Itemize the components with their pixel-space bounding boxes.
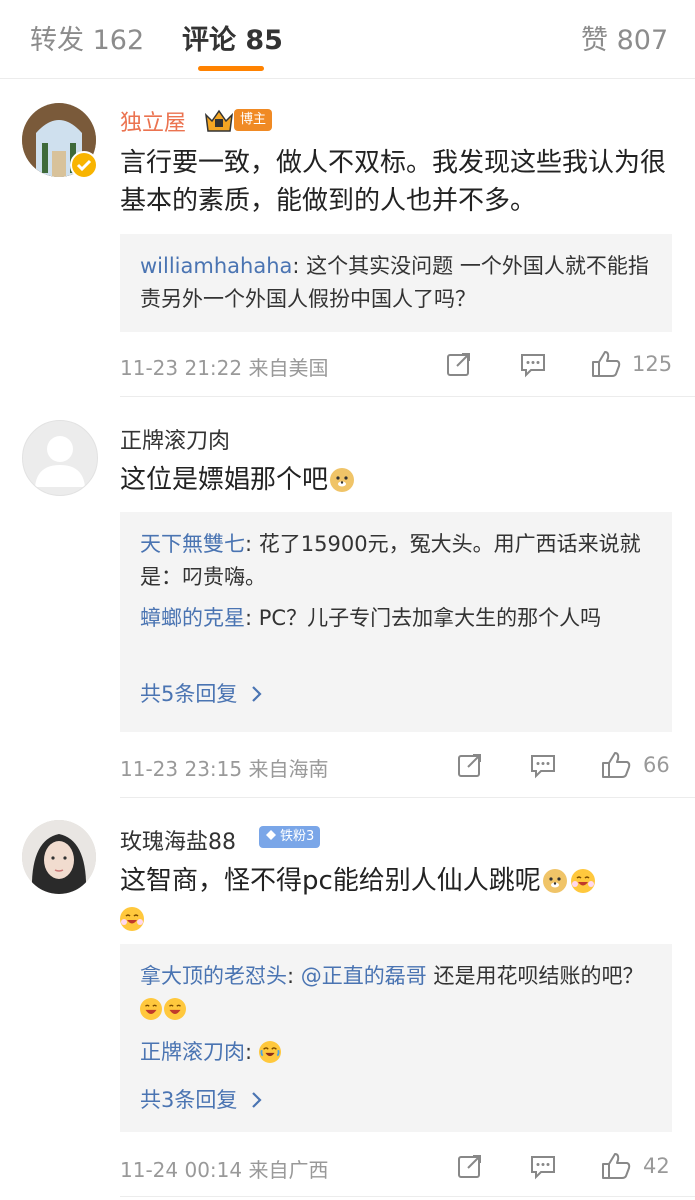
comment-text: 言行要一致，做人不双标。我发现这些我认为很基本的素质，能做到的人也并不多。 (120, 148, 667, 216)
laugh-emoji-icon (140, 998, 162, 1020)
tab-repost[interactable]: 转发 162 (30, 18, 144, 57)
doge-emoji-icon (330, 468, 355, 492)
reply-username[interactable]: 正牌滚刀肉 (140, 1040, 245, 1064)
share-icon[interactable] (456, 1152, 484, 1180)
comment-meta: 11-23 21:22 来自美国 (120, 352, 328, 381)
comment-text: 这智商，怪不得pc能给别人仙人跳呢 (120, 862, 675, 938)
verified-icon (70, 151, 98, 179)
more-replies-link[interactable]: 共3条回复 (140, 1084, 264, 1114)
share-icon[interactable] (445, 350, 473, 378)
comment-text-content: 这智商，怪不得pc能给别人仙人跳呢 (120, 866, 541, 896)
more-replies-label: 共5条回复 (140, 682, 238, 706)
chevron-right-icon (252, 1092, 262, 1108)
like-icon[interactable] (590, 348, 622, 380)
tab-comment[interactable]: 评论 85 (182, 18, 283, 57)
comment-text: 这位是嫖娼那个吧 (120, 461, 675, 499)
fan-badge-label: 铁粉3 (280, 829, 315, 844)
doge-emoji-icon (542, 869, 567, 893)
avatar[interactable] (22, 420, 98, 496)
comment-time: 11-23 23:15 (120, 757, 243, 781)
fan-badge-box: 铁粉3 (259, 826, 321, 848)
default-avatar-icon (35, 436, 85, 487)
reply-username[interactable]: 天下無雙七 (140, 532, 245, 556)
avatar-image (22, 820, 96, 894)
comment-icon[interactable] (529, 1152, 557, 1180)
comment-meta: 11-23 23:15 来自海南 (120, 753, 328, 782)
more-replies-label: 共3条回复 (140, 1088, 238, 1112)
comment-text-content: 这位是嫖娼那个吧 (120, 465, 329, 495)
more-replies-link[interactable]: 共5条回复 (140, 678, 264, 708)
reply-item: 正牌滚刀肉: (140, 1036, 660, 1069)
laugh-emoji-icon (164, 998, 186, 1020)
comment-username[interactable]: 正牌滚刀肉 (120, 423, 230, 455)
reply-separator: : (245, 606, 259, 630)
like-icon[interactable] (600, 1150, 632, 1182)
blogger-badge-label: 博主 (234, 109, 273, 131)
reply-item: williamhahaha: 这个其实没问题 一个外国人就不能指责另外一个外国人… (140, 250, 660, 316)
reply-box[interactable]: 天下無雙七: 花了15900元，冤大头。用广西话来说就是：叼贵嗨。 蟑螂的克星:… (120, 512, 672, 732)
tab-bar: 转发 162 评论 85 赞 807 (0, 0, 695, 79)
cry-laugh-emoji-icon (258, 1041, 281, 1063)
like-icon[interactable] (600, 749, 632, 781)
reply-separator: : (245, 532, 259, 556)
comment-source: 来自美国 (248, 356, 329, 380)
comment-username[interactable]: 玫瑰海盐88 (120, 824, 236, 856)
reply-box[interactable]: williamhahaha: 这个其实没问题 一个外国人就不能指责另外一个外国人… (120, 234, 672, 332)
comment-time: 11-23 21:22 (120, 356, 243, 380)
comment-divider (120, 1196, 695, 1197)
reply-item: 蟑螂的克星: PC？儿子专门去加拿大生的那个人吗 (140, 602, 660, 635)
laugh-emoji-icon (570, 869, 595, 893)
reply-username[interactable]: 拿大顶的老怼头 (140, 964, 287, 988)
active-tab-indicator (198, 66, 264, 71)
laugh-emoji-icon (120, 907, 144, 931)
reply-mention[interactable]: @正直的磊哥 (301, 964, 427, 988)
chevron-right-icon (252, 686, 262, 702)
comment-username[interactable]: 独立屋 (120, 105, 186, 137)
comment-source: 来自海南 (248, 757, 329, 781)
reply-separator: : (245, 1040, 259, 1064)
like-count: 42 (643, 1154, 670, 1178)
reply-text: PC？儿子专门去加拿大生的那个人吗 (258, 606, 602, 630)
diamond-icon (266, 830, 276, 840)
blogger-badge: 博主 (204, 107, 274, 133)
reply-text: 还是用花呗结账的吧？ (426, 964, 644, 988)
comment-time: 11-24 00:14 (120, 1158, 243, 1182)
share-icon[interactable] (456, 751, 484, 779)
reply-separator: : (287, 964, 301, 988)
avatar[interactable] (22, 820, 96, 894)
crown-icon (204, 109, 234, 132)
comment-meta: 11-24 00:14 来自广西 (120, 1154, 328, 1183)
reply-username[interactable]: 蟑螂的克星 (140, 606, 245, 630)
reply-username[interactable]: williamhahaha (140, 254, 292, 278)
comment-divider (120, 396, 695, 397)
comment-source: 来自广西 (248, 1158, 329, 1182)
tab-like[interactable]: 赞 807 (581, 18, 668, 57)
comment-icon[interactable] (529, 751, 557, 779)
like-count: 125 (632, 352, 673, 376)
comment-divider (120, 797, 695, 798)
like-count: 66 (643, 753, 670, 777)
reply-separator: : (292, 254, 307, 278)
comment-icon[interactable] (519, 350, 547, 378)
reply-box[interactable]: 拿大顶的老怼头: @正直的磊哥 还是用花呗结账的吧？ 正牌滚刀肉: 共3条回复 (120, 944, 672, 1132)
reply-item: 天下無雙七: 花了15900元，冤大头。用广西话来说就是：叼贵嗨。 (140, 528, 660, 594)
reply-item: 拿大顶的老怼头: @正直的磊哥 还是用花呗结账的吧？ (140, 960, 660, 1026)
